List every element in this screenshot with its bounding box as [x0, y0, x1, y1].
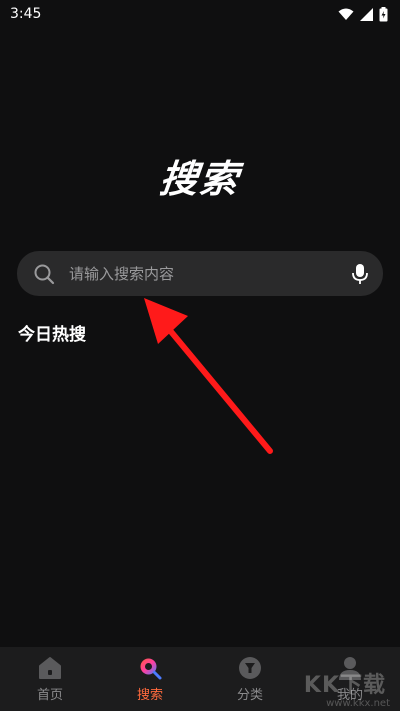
nav-item-home[interactable]: 首页	[10, 655, 90, 703]
hot-search-title: 今日热搜	[18, 325, 86, 345]
annotation-arrow-icon	[144, 298, 273, 454]
search-placeholder: 请输入搜索内容	[69, 265, 175, 283]
nav-item-search[interactable]: 搜索	[110, 655, 190, 703]
home-icon	[39, 657, 61, 679]
battery-icon	[379, 6, 388, 21]
nav-label-category: 分类	[236, 688, 263, 703]
microphone-icon[interactable]	[351, 263, 369, 285]
nav-label-home: 首页	[36, 688, 63, 703]
page-title: 搜索	[157, 157, 242, 201]
nav-item-category[interactable]: 分类	[210, 655, 290, 703]
status-bar: 3:45	[0, 0, 400, 28]
bottom-nav: 首页 搜索 分类 我的 KK下载 www.kkx.net	[0, 647, 400, 711]
status-icons	[338, 6, 388, 22]
watermark-url: www.kkx.net	[326, 698, 390, 709]
search-input[interactable]: 请输入搜索内容	[17, 251, 383, 296]
signal-icon	[360, 7, 373, 21]
search-tab-icon	[140, 658, 162, 680]
watermark: KK下载	[303, 673, 386, 698]
category-icon	[239, 657, 261, 679]
nav-label-search: 搜索	[136, 688, 163, 703]
status-time: 3:45	[10, 6, 42, 22]
search-icon	[34, 264, 55, 284]
wifi-icon	[338, 8, 354, 20]
